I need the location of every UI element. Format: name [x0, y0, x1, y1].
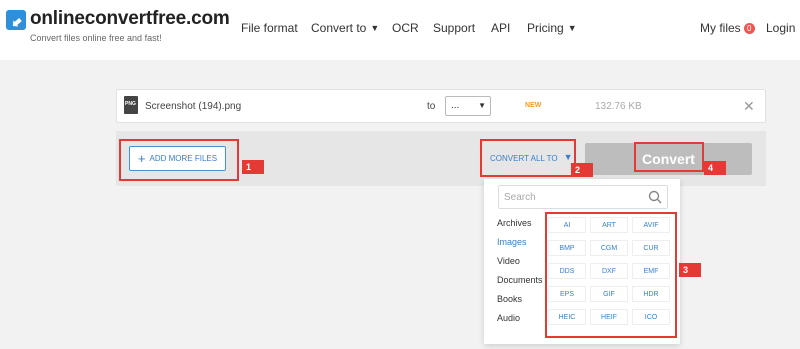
nav-support[interactable]: Support: [433, 21, 475, 35]
category-archives[interactable]: Archives: [497, 218, 532, 228]
logo-icon[interactable]: [6, 10, 26, 30]
category-video[interactable]: Video: [497, 256, 520, 266]
highlight-box-2: [480, 139, 576, 177]
file-name: Screenshot (194).png: [145, 101, 242, 112]
nav-convert-to[interactable]: Convert to ▼: [311, 21, 379, 35]
target-format-value: ...: [451, 100, 460, 111]
format-search-input[interactable]: Search: [498, 185, 668, 209]
nav-convert-to-label: Convert to: [311, 21, 367, 35]
nav-pricing[interactable]: Pricing ▼: [527, 21, 577, 35]
file-row: PNG Screenshot (194).png to ... ▼ NEW 13…: [116, 89, 766, 123]
nav-pricing-label: Pricing: [527, 21, 564, 35]
site-header: onlineconvertfree.com Convert files onli…: [0, 0, 800, 60]
chevron-down-icon: ▼: [370, 23, 380, 33]
nav-login[interactable]: Login: [766, 21, 795, 35]
nav-ocr[interactable]: OCR: [392, 21, 419, 35]
to-label: to: [427, 101, 436, 112]
annotation-marker-2: 2: [571, 163, 593, 177]
highlight-box-1: [119, 139, 239, 181]
nav-my-files-label: My files: [700, 21, 741, 35]
category-books[interactable]: Books: [497, 294, 522, 304]
category-documents[interactable]: Documents: [497, 275, 543, 285]
chevron-down-icon: ▼: [478, 101, 486, 110]
highlight-box-4: [634, 142, 704, 172]
search-icon: [648, 190, 662, 204]
my-files-count-badge: 0: [743, 23, 755, 34]
category-audio[interactable]: Audio: [497, 313, 520, 323]
status-badge: NEW: [525, 102, 542, 109]
tagline: Convert files online free and fast!: [30, 33, 162, 43]
png-file-icon: PNG: [124, 96, 138, 114]
close-icon[interactable]: ✕: [743, 98, 755, 115]
file-icon-label: PNG: [125, 101, 136, 107]
search-placeholder: Search: [504, 192, 536, 203]
chevron-down-icon: ▼: [567, 23, 577, 33]
nav-my-files[interactable]: My files 0: [700, 21, 755, 35]
highlight-box-3: [545, 212, 677, 338]
nav-api[interactable]: API: [491, 21, 510, 35]
category-images[interactable]: Images: [497, 237, 527, 247]
annotation-marker-4: 4: [704, 161, 726, 175]
logo-text[interactable]: onlineconvertfree.com: [30, 8, 230, 30]
annotation-marker-1: 1: [242, 160, 264, 174]
file-size: 132.76 KB: [595, 101, 642, 112]
target-format-select[interactable]: ... ▼: [445, 96, 491, 116]
annotation-marker-3: 3: [679, 263, 701, 277]
nav-file-format[interactable]: File format: [241, 21, 298, 35]
